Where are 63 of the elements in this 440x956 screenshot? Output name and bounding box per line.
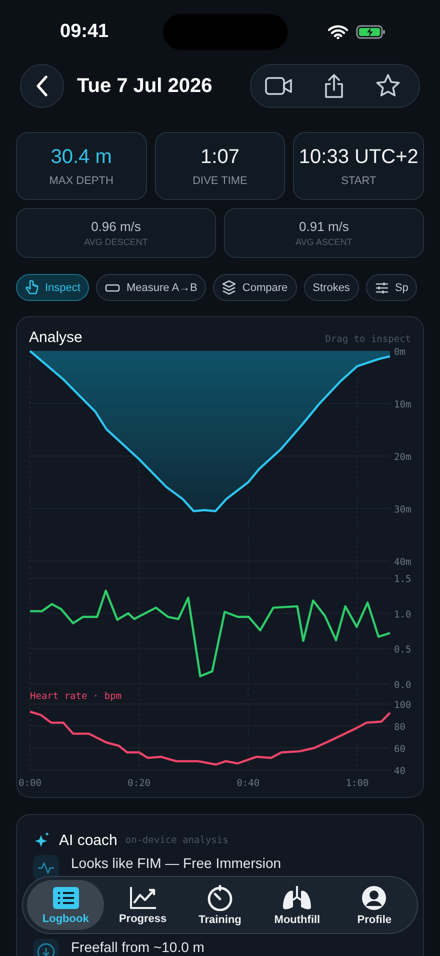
time-tick-label: 0:40 (236, 778, 260, 789)
battery-icon (356, 25, 386, 39)
analyse-title: Analyse (29, 329, 82, 346)
person-icon (361, 884, 388, 910)
timer-icon (207, 884, 233, 910)
stat-label: AVG ASCENT (296, 237, 352, 247)
time-tick-label: 0:20 (128, 778, 151, 789)
stat-value: 0.96 m/s (91, 219, 141, 234)
stat-label: MAX DEPTH (49, 174, 114, 186)
status-time: 09:41 (60, 21, 109, 43)
back-chevron-icon (35, 75, 49, 97)
depth-tick-label: 0m (394, 347, 406, 358)
stat-label: DIVE TIME (192, 174, 248, 186)
tab-bar-item[interactable]: Training (181, 880, 259, 930)
depth-tick-label: 30m (394, 504, 412, 516)
heart-rate-tick-label: 100 (394, 700, 412, 711)
dive-date-title: Tue 7 Jul 2026 (77, 74, 214, 98)
back-button[interactable] (20, 64, 64, 108)
heart-rate-tick-label: 60 (394, 744, 406, 755)
heart-rate-tick-label: 80 (394, 722, 406, 733)
tab-bar-item[interactable]: Profile (336, 880, 414, 930)
video-camera-icon[interactable] (265, 76, 293, 96)
depth-tick-label: 20m (394, 452, 412, 463)
stat-value: 0.91 m/s (299, 219, 349, 234)
stat-label: AVG DESCENT (84, 237, 148, 247)
drag-hint: Drag to inspect (325, 334, 411, 345)
stat-value: 30.4 m (50, 146, 112, 168)
ai-coach-title: AI coach (59, 832, 118, 848)
ai-coach-subtitle: on-device analysis (125, 834, 228, 846)
lungs-icon (282, 884, 312, 910)
sliders-icon (374, 282, 389, 294)
tab-bar-item[interactable]: Progress (104, 880, 182, 930)
insight-title: Freefall from ~10.0 m (71, 939, 204, 955)
star-icon[interactable] (375, 73, 401, 99)
stat-label: START (341, 174, 376, 186)
layers-icon (222, 280, 236, 295)
list-icon (52, 886, 80, 910)
sparkle-icon (33, 831, 51, 849)
ruler-icon (105, 284, 120, 292)
wifi-icon (328, 25, 348, 39)
tab-bar-item[interactable]: Mouthfill (258, 880, 336, 930)
speed-tick-label: 0.5 (394, 644, 412, 656)
stat-value: 10:33 UTC+2 (298, 146, 418, 168)
insight-title: Looks like FIM — Free Immersion (71, 855, 282, 871)
tool-chip[interactable]: Strokes (304, 274, 359, 301)
line-chart-icon (128, 886, 157, 910)
share-icon[interactable] (323, 73, 345, 99)
hand-pointer-icon (25, 280, 39, 295)
speed-tick-label: 1.0 (394, 609, 412, 620)
stat-value: 1:07 (200, 146, 240, 168)
depth-tick-label: 10m (394, 400, 412, 410)
tool-chip[interactable]: Measure A→B (96, 274, 206, 301)
tool-chip[interactable]: Compare (213, 274, 297, 301)
time-tick-label: 1:00 (346, 778, 369, 789)
speed-tick-label: 1.5 (394, 574, 412, 585)
depth-tick-label: 40m (394, 557, 412, 567)
time-tick-label: 0:00 (18, 778, 42, 789)
tab-bar-item[interactable]: Logbook (27, 880, 104, 930)
tool-chip[interactable]: Inspect (16, 274, 90, 301)
heart-rate-tick-label: 40 (394, 766, 406, 777)
tool-chip[interactable]: Sp (366, 274, 418, 301)
speed-tick-label: 0.0 (394, 680, 412, 689)
heart-rate-title: Heart rate · bpm (30, 691, 122, 702)
